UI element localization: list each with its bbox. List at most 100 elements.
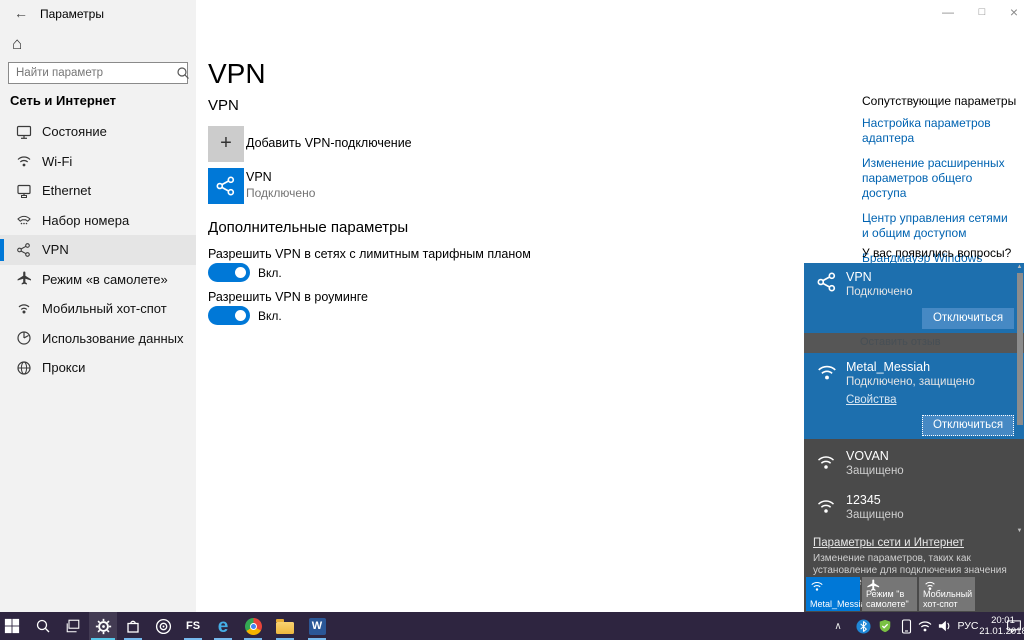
store-bag-icon: [127, 620, 139, 633]
link-network-center[interactable]: Центр управления сетями и общим доступом: [862, 211, 1012, 241]
flyout-vpn-name: VPN: [846, 270, 872, 284]
vpn-section-title: VPN: [208, 97, 239, 114]
taskbar-search-button[interactable]: [29, 612, 57, 640]
flyout-vpn-item[interactable]: VPN Подключено Отключиться: [804, 263, 1024, 333]
flyout-network-12345[interactable]: 12345 Защищено: [804, 487, 1024, 531]
search-icon[interactable]: [174, 65, 192, 81]
sidebar-item-vpn[interactable]: VPN: [0, 235, 196, 265]
dialup-icon: [17, 216, 31, 225]
close-button[interactable]: ×: [998, 0, 1024, 24]
start-button[interactable]: [0, 612, 26, 640]
sidebar-item-proxy[interactable]: Прокси: [0, 353, 196, 383]
advanced-section-title: Дополнительные параметры: [208, 219, 409, 236]
tray-wifi[interactable]: [916, 612, 934, 640]
ethernet-icon: [17, 184, 31, 198]
sidebar-item-label: VPN: [42, 242, 69, 258]
settings-search: [8, 62, 189, 84]
flyout-scrollbar[interactable]: ▲ ▼: [1015, 263, 1024, 535]
sidebar-item-label: Режим «в самолете»: [42, 271, 168, 287]
vpn-connection-item[interactable]: [208, 168, 244, 204]
airplane-mode-quick-tile[interactable]: Режим "в самолете": [862, 577, 917, 611]
store-taskbar-button[interactable]: [119, 612, 147, 640]
flyout-vpn-status: Подключено: [846, 286, 913, 298]
titlebar: ← Параметры — □ ×: [0, 0, 1024, 28]
wifi-icon: [918, 621, 932, 632]
wifi-icon: [17, 156, 31, 167]
tray-volume[interactable]: [936, 612, 954, 640]
window-title: Параметры: [40, 7, 104, 21]
vpn-disconnect-button[interactable]: Отключиться: [922, 308, 1014, 329]
folder-icon: [276, 618, 294, 634]
link-adapter-settings[interactable]: Настройка параметров адаптера: [862, 116, 1012, 146]
speaker-icon: [938, 620, 950, 632]
minimize-button[interactable]: —: [932, 0, 964, 24]
sidebar-item-status[interactable]: Состояние: [0, 117, 196, 147]
tray-show-hidden-icons[interactable]: ∧: [830, 612, 846, 640]
sidebar-item-airplane[interactable]: Режим «в самолете»: [0, 265, 196, 295]
mobile-hotspot-quick-tile[interactable]: Мобильный хот-спот: [919, 577, 975, 611]
sidebar-item-label: Использование данных: [42, 330, 184, 346]
add-vpn-label[interactable]: Добавить VPN-подключение: [246, 136, 412, 150]
page-title: VPN: [208, 58, 266, 89]
network-name: 12345: [846, 493, 881, 507]
airplane-icon: [17, 271, 31, 285]
tray-bluetooth[interactable]: [854, 612, 872, 640]
feedback-peek-strip: Оставить отзыв: [804, 333, 1024, 353]
back-button[interactable]: ←: [10, 5, 32, 23]
network-name: VOVAN: [846, 449, 889, 463]
edge-icon: e: [217, 615, 229, 637]
explorer-button[interactable]: [271, 612, 299, 640]
wifi-icon: [811, 581, 823, 591]
flyout-connected-network[interactable]: Metal_Messiah Подключено, защищено Свойс…: [804, 353, 1024, 439]
vpn-icon: [17, 242, 30, 257]
sidebar-item-label: Прокси: [42, 360, 86, 376]
word-button[interactable]: W: [303, 612, 331, 640]
add-vpn-button[interactable]: +: [208, 126, 244, 162]
metered-toggle-state: Вкл.: [258, 266, 282, 280]
sidebar-item-label: Набор номера: [42, 212, 130, 228]
sidebar-item-data-usage[interactable]: Использование данных: [0, 324, 196, 354]
link-advanced-sharing[interactable]: Изменение расширенных параметров общего …: [862, 156, 1012, 201]
taskbar: FS e W ∧ РУС 20:01 21.01.2018: [0, 612, 1024, 640]
sidebar-item-hotspot[interactable]: Мобильный хот-спот: [0, 294, 196, 324]
network-settings-link[interactable]: Параметры сети и Интернет: [813, 537, 964, 549]
metered-toggle-label: Разрешить VPN в сетях с лимитным тарифны…: [208, 247, 531, 261]
windows-logo-icon: [4, 618, 20, 634]
sidebar-item-label: Мобильный хот-спот: [42, 301, 167, 317]
action-center-button[interactable]: [1004, 612, 1024, 640]
search-input[interactable]: [9, 67, 174, 79]
roaming-toggle[interactable]: [208, 306, 250, 325]
gear-icon: [95, 618, 111, 634]
edge-button[interactable]: e: [209, 612, 237, 640]
scroll-up-icon[interactable]: ▲: [1015, 264, 1024, 270]
connected-network-status: Подключено, защищено: [846, 376, 975, 388]
target-app-button[interactable]: [149, 612, 177, 640]
desktop: ⌂ Сеть и Интернет Состояние Wi-Fi Ethern…: [0, 0, 1024, 640]
sidebar-item-wifi[interactable]: Wi-Fi: [0, 147, 196, 177]
task-view-button[interactable]: [59, 612, 87, 640]
fs-app-button[interactable]: FS: [179, 612, 207, 640]
sidebar-nav: Состояние Wi-Fi Ethernet Набор номера VP…: [0, 117, 196, 383]
metered-toggle[interactable]: [208, 263, 250, 282]
settings-taskbar-button[interactable]: [89, 612, 117, 640]
vpn-connection-name[interactable]: VPN: [246, 170, 272, 184]
scrollbar-thumb[interactable]: [1016, 273, 1023, 425]
home-icon[interactable]: ⌂: [12, 34, 22, 54]
sidebar-item-dialup[interactable]: Набор номера: [0, 206, 196, 236]
network-disconnect-button[interactable]: Отключиться: [922, 415, 1014, 436]
search-icon: [36, 619, 50, 633]
wifi-quick-tile[interactable]: Metal_Messiah: [806, 577, 871, 611]
proxy-icon: [17, 361, 31, 375]
wifi-icon: [817, 456, 835, 469]
settings-sidebar: ⌂ Сеть и Интернет Состояние Wi-Fi Ethern…: [0, 0, 196, 612]
tray-security[interactable]: [876, 612, 894, 640]
tray-phone[interactable]: [898, 612, 914, 640]
maximize-button[interactable]: □: [966, 0, 998, 24]
chrome-button[interactable]: [239, 612, 267, 640]
network-flyout: VPN Подключено Отключиться Оставить отзы…: [804, 263, 1024, 612]
network-properties-link[interactable]: Свойства: [846, 394, 897, 406]
phone-icon: [901, 618, 911, 634]
sidebar-item-ethernet[interactable]: Ethernet: [0, 176, 196, 206]
scroll-down-icon[interactable]: ▼: [1015, 528, 1024, 534]
flyout-network-vovan[interactable]: VOVAN Защищено: [804, 443, 1024, 487]
